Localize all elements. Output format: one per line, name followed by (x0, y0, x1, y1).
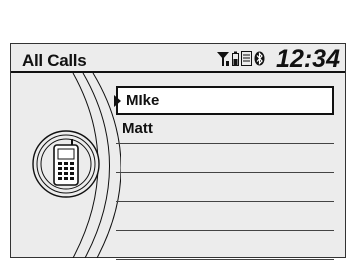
header-bar: All Calls 12:34 (11, 44, 345, 73)
list-item-selected[interactable]: MIke (114, 86, 334, 115)
phone-illustration (32, 73, 121, 258)
screen-title: All Calls (22, 51, 87, 70)
roaming-icon (241, 51, 252, 66)
cursor-arrow-icon (114, 95, 121, 107)
list-item-empty[interactable] (116, 202, 334, 231)
mobile-phone-icon (32, 130, 100, 198)
list-item-label: Matt (122, 120, 153, 137)
list-item-empty[interactable] (116, 173, 334, 202)
phone-screen: All Calls 12:34 MIke Matt (10, 43, 346, 260)
status-icons (216, 50, 265, 66)
call-list: MIke Matt (114, 86, 334, 260)
battery-icon (232, 51, 239, 66)
bluetooth-icon (254, 51, 265, 66)
list-item[interactable]: Matt (116, 115, 334, 144)
list-item-label: MIke (126, 92, 160, 109)
clock: 12:34 (276, 45, 340, 73)
list-item-empty[interactable] (116, 231, 334, 260)
signal-icon (217, 52, 229, 66)
list-item-empty[interactable] (116, 144, 334, 173)
